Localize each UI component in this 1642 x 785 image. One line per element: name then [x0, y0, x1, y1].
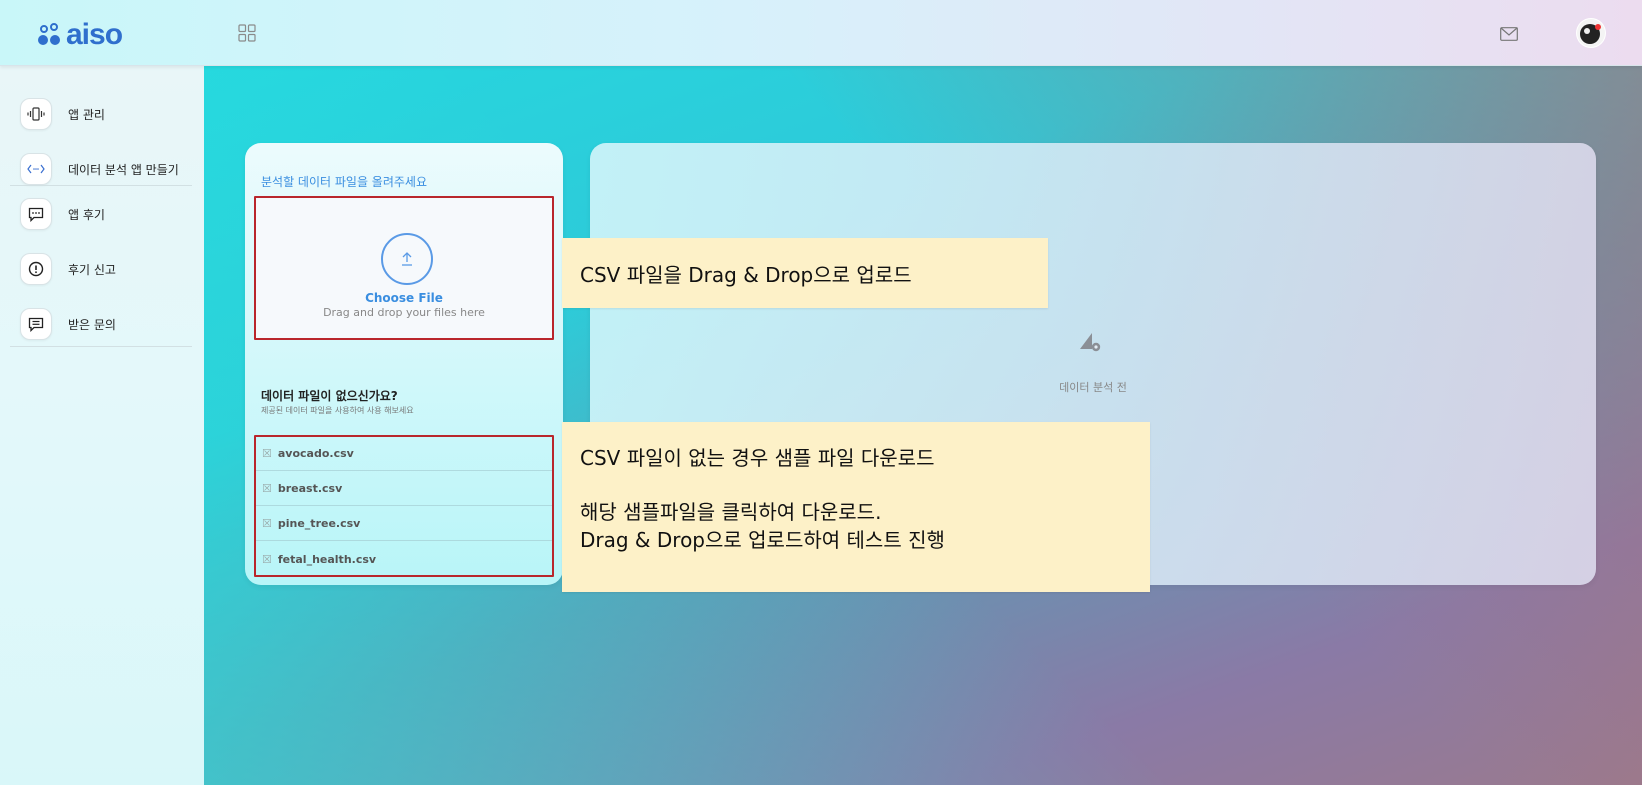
mail-icon[interactable]: [1500, 27, 1518, 41]
drag-drop-hint: Drag and drop your files here: [323, 306, 485, 319]
avatar[interactable]: [1576, 18, 1606, 48]
chat-icon: [20, 198, 52, 230]
sidebar-item-label: 받은 문의: [68, 317, 116, 332]
upload-card: 분석할 데이터 파일을 올려주세요 Choose File Drag and d…: [245, 143, 563, 585]
file-icon: ☒: [262, 447, 272, 460]
sidebar-divider: [10, 346, 192, 347]
sample-callout-line2: Drag & Drop으로 업로드하여 테스트 진행: [580, 528, 945, 552]
sample-file-list: ☒ avocado.csv ☒ breast.csv ☒ pine_tree.c…: [254, 435, 554, 577]
sample-callout-line1: 해당 샘플파일을 클릭하여 다운로드.: [580, 500, 882, 524]
analysis-pending-icon: [1080, 333, 1101, 352]
sample-file-name: breast.csv: [277, 482, 343, 495]
logo-text: aiso: [66, 18, 123, 51]
message-icon: [20, 308, 52, 340]
sidebar-item-review-reports[interactable]: 후기 신고: [20, 253, 116, 285]
analysis-status-label: 데이터 분석 전: [1059, 381, 1127, 394]
sidebar-item-label: 데이터 분석 앱 만들기: [68, 162, 179, 177]
upload-icon[interactable]: [381, 233, 433, 285]
sample-file-name: pine_tree.csv: [277, 517, 361, 530]
upload-title: 분석할 데이터 파일을 올려주세요: [261, 175, 428, 189]
sample-file-item[interactable]: ☒ avocado.csv: [256, 437, 552, 471]
alert-icon: [20, 253, 52, 285]
no-file-subtitle: 제공된 데이터 파일을 사용하여 사용 해보세요: [261, 406, 414, 415]
upload-callout-text: CSV 파일을 Drag & Drop으로 업로드: [580, 262, 912, 287]
sample-file-item[interactable]: ☒ fetal_health.csv: [256, 542, 552, 576]
upload-callout: CSV 파일을 Drag & Drop으로 업로드: [562, 238, 1048, 308]
sidebar-item-label: 후기 신고: [68, 262, 116, 277]
sidebar-item-inquiries[interactable]: 받은 문의: [20, 308, 116, 340]
grid-icon[interactable]: [238, 24, 256, 42]
no-file-question: 데이터 파일이 없으신가요?: [261, 389, 398, 403]
aiso-logo[interactable]: aiso: [38, 18, 123, 51]
sample-file-item[interactable]: ☒ pine_tree.csv: [256, 507, 552, 541]
sidebar-item-create-analysis-app[interactable]: 데이터 분석 앱 만들기: [20, 153, 179, 185]
sample-file-item[interactable]: ☒ breast.csv: [256, 472, 552, 506]
sidebar-item-label: 앱 관리: [68, 107, 105, 122]
logo-mark-icon: [38, 23, 62, 47]
sidebar-item-label: 앱 후기: [68, 207, 105, 222]
file-icon: ☒: [262, 552, 272, 566]
sample-file-name: fetal_health.csv: [277, 552, 377, 566]
sidebar-divider: [10, 185, 192, 186]
sample-callout-title: CSV 파일이 없는 경우 샘플 파일 다운로드: [580, 446, 935, 470]
file-icon: ☒: [262, 517, 272, 530]
sample-callout: CSV 파일이 없는 경우 샘플 파일 다운로드 해당 샘플파일을 클릭하여 다…: [562, 422, 1150, 592]
code-icon: [20, 153, 52, 185]
choose-file-button[interactable]: Choose File: [256, 291, 552, 305]
sidebar-item-app-reviews[interactable]: 앱 후기: [20, 198, 105, 230]
file-icon: ☒: [262, 482, 272, 495]
top-bar: aiso: [0, 0, 1642, 66]
sample-file-name: avocado.csv: [277, 447, 354, 460]
file-dropzone[interactable]: Choose File Drag and drop your files her…: [254, 196, 554, 340]
sidebar-item-app-management[interactable]: 앱 관리: [20, 98, 105, 130]
phone-vibrate-icon: [20, 98, 52, 130]
sidebar: 앱 관리 데이터 분석 앱 만들기 앱 후기 후기 신고 받은 문의: [0, 66, 204, 785]
